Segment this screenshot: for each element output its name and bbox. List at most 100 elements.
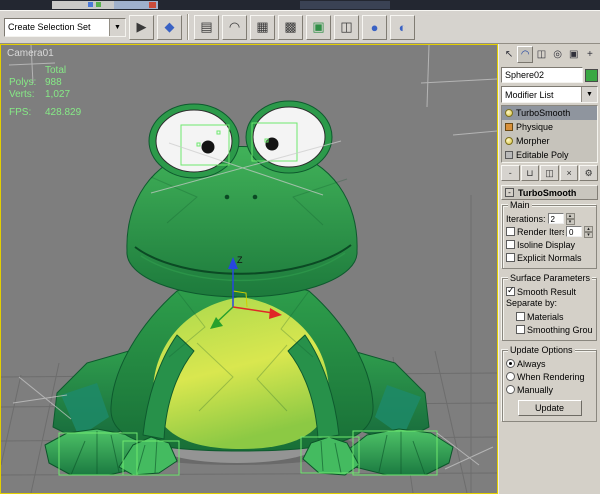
stack-item-editable-poly[interactable]: Editable Poly xyxy=(502,148,597,162)
stack-item-label: Physique xyxy=(516,122,554,132)
smoothing-groups-label: Smoothing Groups xyxy=(527,324,593,335)
update-button[interactable]: Update xyxy=(517,400,582,416)
rollout-header-turbosmooth[interactable]: - TurboSmooth xyxy=(501,185,598,200)
explicit-normals-label: Explicit Normals xyxy=(517,252,582,263)
selection-set-value: Create Selection Set xyxy=(8,21,91,32)
stack-item-label: TurboSmooth xyxy=(516,108,571,118)
tab-utilities[interactable]: + xyxy=(582,46,598,63)
rollout-title: TurboSmooth xyxy=(518,187,577,198)
align-icon[interactable]: ◆ xyxy=(157,14,182,40)
layer-manager-icon[interactable]: ▤ xyxy=(194,14,219,40)
stack-item-label: Editable Poly xyxy=(516,150,569,160)
render-iters-input[interactable]: 0 xyxy=(566,226,582,237)
mirror-icon[interactable]: ▶ xyxy=(129,14,154,40)
separate-by-label: Separate by: xyxy=(506,298,558,308)
render-iters-checkbox[interactable] xyxy=(506,227,515,236)
visibility-bulb-icon[interactable] xyxy=(505,109,513,117)
material-editor-icon[interactable]: ▩ xyxy=(278,14,303,40)
utilities-icon: + xyxy=(587,49,593,60)
smooth-result-checkbox[interactable]: ✓ xyxy=(506,285,515,296)
curve-editor-icon[interactable]: ◠ xyxy=(222,14,247,40)
smooth-result-label: Smooth Result xyxy=(517,286,577,297)
object-name-field[interactable]: Sphere02 xyxy=(501,67,583,83)
materials-label: Materials xyxy=(527,311,564,322)
tab-display[interactable]: ▣ xyxy=(566,46,582,63)
make-unique-icon[interactable]: ◫ xyxy=(540,165,559,181)
stack-item-physique[interactable]: Physique xyxy=(502,120,597,134)
toolbar-separator xyxy=(187,14,189,40)
motion-icon: ◎ xyxy=(553,49,562,60)
stats-polys-label: Polys: xyxy=(9,77,37,88)
stack-item-label: Morpher xyxy=(516,136,550,146)
chevron-down-icon[interactable]: ▼ xyxy=(109,18,125,36)
chevron-down-icon[interactable]: ▼ xyxy=(581,87,597,102)
background-windows-strip xyxy=(0,0,600,10)
modifier-list-dropdown[interactable]: Modifier List ▼ xyxy=(501,86,598,103)
tab-modify[interactable]: ◠ xyxy=(517,46,534,63)
render-type-icon[interactable]: ◫ xyxy=(334,14,359,40)
stats-verts-label: Verts: xyxy=(9,89,35,100)
tab-create[interactable]: ↖ xyxy=(501,46,517,63)
group-update-options: Update Options Always When Rendering Man… xyxy=(502,345,597,422)
visibility-bulb-icon[interactable] xyxy=(505,137,513,145)
explicit-normals-checkbox[interactable] xyxy=(506,253,515,262)
group-main-title: Main xyxy=(508,200,532,210)
selection-set-dropdown[interactable]: Create Selection Set ▼ xyxy=(4,17,126,37)
stats-verts-value: 1,027 xyxy=(45,89,71,100)
background-window-icon[interactable] xyxy=(88,2,93,7)
background-window-fragment[interactable] xyxy=(52,1,114,9)
render-setup-icon[interactable]: ▣ xyxy=(306,14,331,40)
camera-viewport[interactable]: Z Camera01 Total Polys: 988 Verts: 1,027 F… xyxy=(0,44,498,494)
command-panel-tabs: ↖ ◠ ◫ ◎ ▣ + xyxy=(501,46,598,64)
materials-checkbox[interactable] xyxy=(516,312,525,321)
iterations-spinner[interactable]: ▴ ▾ xyxy=(565,212,575,225)
collapse-icon[interactable]: - xyxy=(505,188,514,197)
frog-model[interactable] xyxy=(44,100,454,476)
stack-toolbar: - ⊔ ◫ × ⚙ xyxy=(501,165,598,181)
stats-fps-value: 428.829 xyxy=(45,107,82,118)
remove-modifier-icon[interactable]: × xyxy=(559,165,579,181)
show-end-result-icon[interactable]: ⊔ xyxy=(520,165,540,181)
when-rendering-radio[interactable] xyxy=(506,372,515,381)
render-last-icon[interactable]: ◐ xyxy=(390,14,415,40)
isoline-display-label: Isoline Display xyxy=(517,239,576,250)
create-icon: ↖ xyxy=(504,49,514,60)
render-iters-label: Render Iters: xyxy=(517,226,564,237)
viewport-statistics: Total Polys: 988 Verts: 1,027 FPS: 428.829 xyxy=(9,65,81,119)
stack-item-morpher[interactable]: Morpher xyxy=(502,134,597,148)
tab-hierarchy[interactable]: ◫ xyxy=(533,46,549,63)
object-color-swatch[interactable] xyxy=(585,68,598,82)
display-icon: ▣ xyxy=(569,49,579,60)
configure-modifier-sets-icon[interactable]: ⚙ xyxy=(579,165,598,181)
physique-modifier-icon xyxy=(505,123,513,131)
modifier-list-label: Modifier List xyxy=(505,90,554,100)
group-main: Main Iterations: 2 ▴ ▾ Render Iters: 0 ▴ ▾… xyxy=(502,200,597,269)
viewport-camera-label[interactable]: Camera01 xyxy=(7,48,54,59)
render-iters-spinner[interactable]: ▴ ▾ xyxy=(584,225,593,238)
group-surface-parameters: Surface Parameters ✓ Smooth Result Separ… xyxy=(502,273,597,341)
manually-label: Manually xyxy=(517,384,554,395)
isoline-display-checkbox[interactable] xyxy=(506,240,515,249)
quick-render-icon[interactable]: ● xyxy=(362,14,387,40)
hierarchy-icon: ◫ xyxy=(536,49,547,60)
close-icon[interactable] xyxy=(149,2,156,8)
stack-item-turbosmooth[interactable]: TurboSmooth xyxy=(502,106,597,120)
stats-polys-value: 988 xyxy=(45,77,62,88)
command-panel: ↖ ◠ ◫ ◎ ▣ + Sphere02 Modifier List ▼ Tur… xyxy=(498,44,600,494)
modifier-stack: TurboSmooth Physique Morpher Editable Po… xyxy=(501,105,598,163)
background-window-fragment[interactable] xyxy=(300,1,390,9)
always-label: Always xyxy=(517,358,546,369)
main-toolbar: Create Selection Set ▼ ▶ ◆ ▤ ◠ ▦ ▩ ▣ ◫ ●… xyxy=(0,10,600,44)
tab-motion[interactable]: ◎ xyxy=(550,46,566,63)
smoothing-groups-checkbox[interactable] xyxy=(516,325,525,334)
when-rendering-label: When Rendering xyxy=(517,371,585,382)
modify-icon: ◠ xyxy=(520,49,530,60)
stats-fps-label: FPS: xyxy=(9,107,32,118)
manually-radio[interactable] xyxy=(506,385,515,394)
background-window-icon[interactable] xyxy=(96,2,101,7)
iterations-input[interactable]: 2 xyxy=(547,213,564,224)
iterations-label: Iterations: xyxy=(506,213,546,224)
pin-stack-icon[interactable]: - xyxy=(501,165,520,181)
schematic-view-icon[interactable]: ▦ xyxy=(250,14,275,40)
always-radio[interactable] xyxy=(506,359,515,368)
